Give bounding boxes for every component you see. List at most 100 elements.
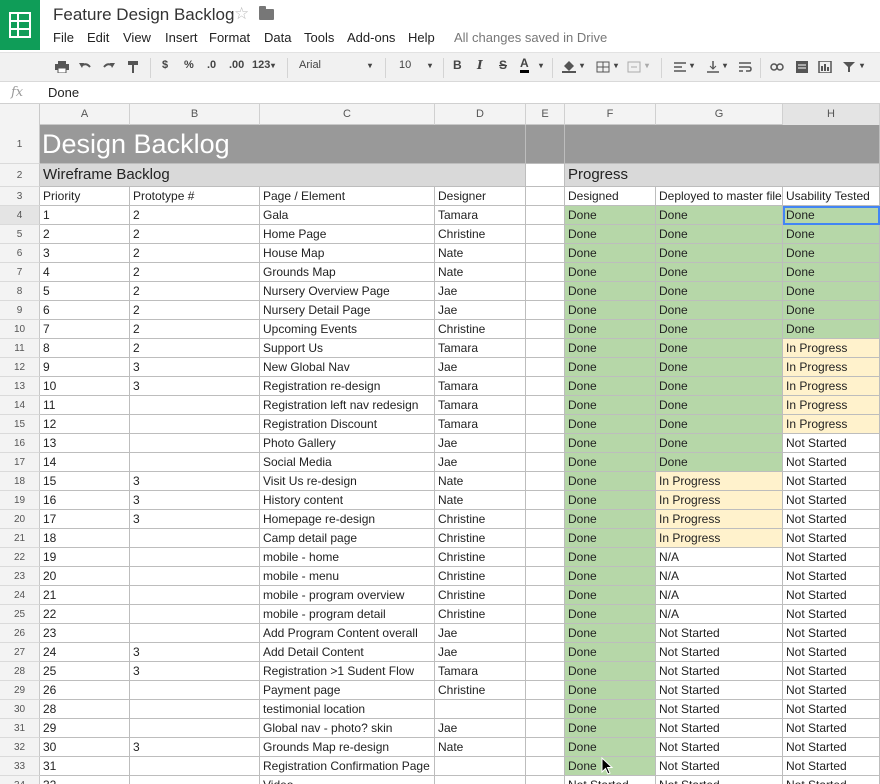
row-header[interactable]: 6 [0, 244, 40, 263]
cell[interactable]: 13 [40, 434, 130, 453]
chevron-down-icon[interactable]: ▾ [428, 61, 432, 70]
cell[interactable] [526, 125, 565, 164]
status-cell[interactable]: N/A [656, 605, 783, 624]
cell[interactable]: Tamara [435, 377, 526, 396]
row-header[interactable]: 10 [0, 320, 40, 339]
cell[interactable] [526, 567, 565, 586]
status-cell[interactable]: Done [565, 548, 656, 567]
cell[interactable]: 19 [40, 548, 130, 567]
status-cell[interactable]: Not Started [783, 586, 880, 605]
status-cell[interactable]: Done [565, 301, 656, 320]
status-cell[interactable]: Not Started [656, 738, 783, 757]
paint-format-icon[interactable] [127, 61, 141, 73]
status-cell[interactable]: Done [565, 605, 656, 624]
row-header[interactable]: 9 [0, 301, 40, 320]
row-header[interactable]: 12 [0, 358, 40, 377]
cell[interactable]: Add Detail Content [260, 643, 435, 662]
cell[interactable]: 12 [40, 415, 130, 434]
comment-icon[interactable] [795, 61, 809, 73]
status-cell[interactable]: Not Started [783, 776, 880, 784]
undo-icon[interactable] [78, 61, 92, 73]
column-header-a[interactable]: A [40, 104, 130, 125]
status-cell[interactable]: Done [565, 434, 656, 453]
font-family-select[interactable]: Arial [299, 59, 321, 71]
cell[interactable] [526, 358, 565, 377]
cell[interactable]: Payment page [260, 681, 435, 700]
cell[interactable] [526, 164, 565, 187]
cell[interactable]: 5 [40, 282, 130, 301]
status-cell[interactable]: Not Started [656, 700, 783, 719]
cell[interactable]: Camp detail page [260, 529, 435, 548]
row-header[interactable]: 22 [0, 548, 40, 567]
cell[interactable]: 25 [40, 662, 130, 681]
cell[interactable] [130, 567, 260, 586]
redo-icon[interactable] [102, 61, 116, 73]
row-header[interactable]: 4 [0, 206, 40, 225]
status-cell[interactable]: Done [565, 320, 656, 339]
cell[interactable]: 29 [40, 719, 130, 738]
cell[interactable] [526, 301, 565, 320]
cell[interactable]: Nate [435, 491, 526, 510]
status-cell[interactable]: Done [565, 396, 656, 415]
status-cell[interactable]: In Progress [783, 377, 880, 396]
status-cell[interactable]: Done [565, 567, 656, 586]
cell[interactable] [130, 586, 260, 605]
borders-icon[interactable] [596, 61, 610, 73]
status-cell[interactable]: Done [565, 491, 656, 510]
cell[interactable]: 10 [40, 377, 130, 396]
cell[interactable]: 24 [40, 643, 130, 662]
column-header-g[interactable]: G [656, 104, 783, 125]
chevron-down-icon[interactable]: ▾ [723, 61, 727, 70]
cell[interactable]: 16 [40, 491, 130, 510]
status-cell[interactable]: Done [783, 244, 880, 263]
formula-input[interactable]: Done [48, 85, 79, 100]
cell[interactable] [526, 548, 565, 567]
status-cell[interactable]: Done [656, 339, 783, 358]
status-cell[interactable]: Done [783, 301, 880, 320]
cell[interactable] [526, 529, 565, 548]
status-cell[interactable]: Done [565, 244, 656, 263]
cell[interactable]: House Map [260, 244, 435, 263]
status-cell[interactable]: Not Started [783, 643, 880, 662]
cell[interactable]: Jae [435, 301, 526, 320]
cell[interactable] [526, 244, 565, 263]
status-cell[interactable]: Not Started [656, 662, 783, 681]
cell[interactable]: 8 [40, 339, 130, 358]
cell[interactable]: 2 [130, 244, 260, 263]
cell[interactable] [526, 377, 565, 396]
status-cell[interactable]: Done [656, 358, 783, 377]
cell[interactable] [130, 700, 260, 719]
cell[interactable] [526, 719, 565, 738]
row-header[interactable]: 5 [0, 225, 40, 244]
status-cell[interactable]: In Progress [656, 491, 783, 510]
cell[interactable] [130, 776, 260, 784]
cell[interactable]: Tamara [435, 415, 526, 434]
row-header[interactable]: 34 [0, 776, 40, 784]
status-cell[interactable]: Done [565, 662, 656, 681]
row-header[interactable]: 28 [0, 662, 40, 681]
cell[interactable] [526, 662, 565, 681]
document-title[interactable]: Feature Design Backlog [53, 5, 234, 25]
row-header[interactable]: 30 [0, 700, 40, 719]
cell[interactable]: Christine [435, 548, 526, 567]
cell[interactable]: 1 [40, 206, 130, 225]
sheet-title[interactable]: Design Backlog [40, 125, 526, 164]
column-header-b[interactable]: B [130, 104, 260, 125]
status-cell[interactable]: Not Started [783, 491, 880, 510]
cell[interactable]: 30 [40, 738, 130, 757]
cell[interactable]: Upcoming Events [260, 320, 435, 339]
cell[interactable]: 28 [40, 700, 130, 719]
row-header[interactable]: 31 [0, 719, 40, 738]
row-header[interactable]: 21 [0, 529, 40, 548]
more-formats-button[interactable]: 123 [252, 59, 270, 71]
cell[interactable]: 3 [130, 738, 260, 757]
cell[interactable] [526, 586, 565, 605]
menu-edit[interactable]: Edit [87, 30, 109, 45]
status-cell[interactable]: Not Started [656, 757, 783, 776]
cell[interactable] [526, 225, 565, 244]
menu-data[interactable]: Data [264, 30, 291, 45]
cell[interactable]: Christine [435, 586, 526, 605]
column-header-c[interactable]: C [260, 104, 435, 125]
menu-help[interactable]: Help [408, 30, 435, 45]
cell[interactable]: Registration left nav redesign [260, 396, 435, 415]
